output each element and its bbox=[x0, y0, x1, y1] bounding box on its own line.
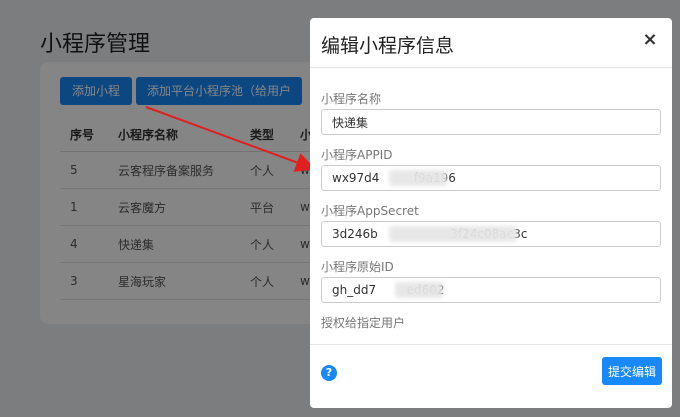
field-label: 小程序原始ID bbox=[321, 260, 394, 274]
edit-miniprogram-modal: 编辑小程序信息 × 小程序名称 小程序APPID 小程序AppSecret 小程… bbox=[310, 18, 672, 408]
modal-body: 小程序名称 小程序APPID 小程序AppSecret 小程序原始ID 授权给指… bbox=[321, 89, 661, 333]
original-id-input[interactable] bbox=[321, 277, 661, 303]
redaction-blur bbox=[389, 226, 517, 242]
redaction-blur bbox=[389, 170, 447, 186]
field-appid: 小程序APPID bbox=[321, 145, 661, 191]
field-label: 小程序APPID bbox=[321, 148, 393, 162]
modal-header: 编辑小程序信息 × bbox=[310, 18, 672, 68]
field-original-id: 小程序原始ID bbox=[321, 257, 661, 303]
submit-edit-button[interactable]: 提交编辑 bbox=[602, 357, 662, 385]
modal-footer: ? 提交编辑 bbox=[310, 344, 672, 408]
field-appsecret: 小程序AppSecret bbox=[321, 201, 661, 247]
close-icon[interactable]: × bbox=[640, 30, 660, 50]
authorize-user-label: 授权给指定用户 bbox=[321, 316, 406, 330]
appid-input[interactable] bbox=[321, 165, 661, 191]
field-label: 小程序名称 bbox=[321, 92, 382, 106]
field-label: 小程序AppSecret bbox=[321, 204, 419, 218]
help-icon[interactable]: ? bbox=[321, 365, 337, 381]
field-name: 小程序名称 bbox=[321, 89, 661, 135]
redaction-blur bbox=[395, 282, 443, 298]
name-input[interactable] bbox=[321, 109, 661, 135]
modal-title: 编辑小程序信息 bbox=[321, 35, 455, 57]
